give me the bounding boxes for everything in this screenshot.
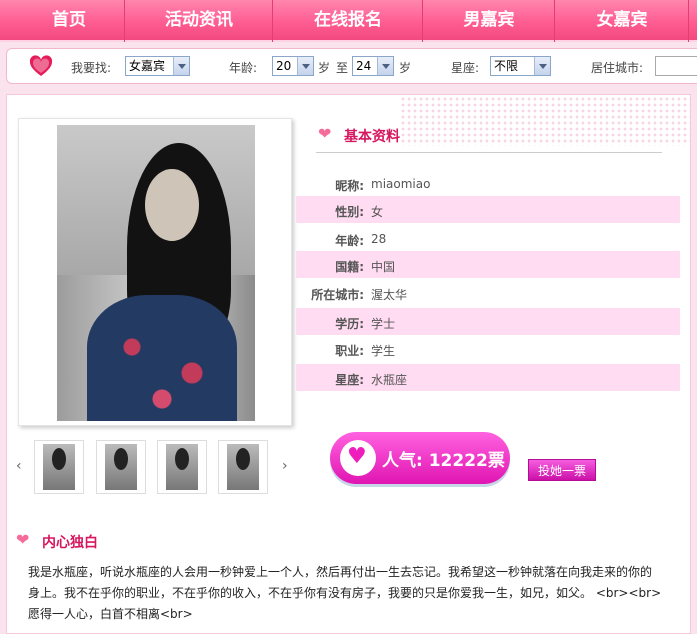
field-value: 女 <box>371 205 384 219</box>
divider <box>316 152 662 153</box>
age-to-label: 至 <box>336 61 349 75</box>
monologue-line: 愿得一人心，白首不相离<br> <box>28 607 193 621</box>
age-unit: 岁 <box>318 61 331 75</box>
dot-pattern-decoration <box>400 96 690 146</box>
field-label: 国籍: <box>335 260 364 274</box>
field-label: 学历: <box>335 317 364 331</box>
photo-thumbnail[interactable] <box>34 440 84 494</box>
monologue-text: 我是水瓶座，听说水瓶座的人会用一秒钟爱上一个人，然后再付出一生去忘记。我希望这一… <box>28 562 664 625</box>
monologue-line: 身上。我不在乎你的职业，不在乎你的收入，不在乎你有没有房子，我要的只是你爱我一生… <box>28 586 662 600</box>
field-value: 学士 <box>371 317 396 331</box>
nav-signup[interactable]: 在线报名 <box>274 0 422 42</box>
star-value: 不限 <box>494 59 519 73</box>
field-value: 中国 <box>371 260 396 274</box>
city-label: 居住城市: <box>591 61 644 75</box>
nav-divider <box>554 0 555 42</box>
photo-thumbnail[interactable] <box>96 440 146 494</box>
nav-divider <box>272 0 273 42</box>
field-label: 昵称: <box>335 179 364 193</box>
field-value: 渥太华 <box>371 288 408 302</box>
field-label: 星座: <box>335 373 364 387</box>
info-row-gender: 性别: 女 <box>296 196 680 223</box>
star-select[interactable]: 不限 <box>490 56 551 76</box>
nav-male-guests[interactable]: 男嘉宾 <box>424 0 554 42</box>
photo-thumbnail[interactable] <box>157 440 207 494</box>
field-value: 学生 <box>371 344 396 358</box>
info-row-city: 所在城市: 渥太华 <box>296 279 680 306</box>
age-label: 年龄: <box>229 61 258 75</box>
monologue-line: 我是水瓶座，听说水瓶座的人会用一秒钟爱上一个人，然后再付出一生去忘记。我希望这一… <box>28 565 653 579</box>
vote-button[interactable]: 投她一票 <box>528 459 596 481</box>
heart-icon: ❤ <box>16 530 30 549</box>
chevron-left-icon[interactable]: ‹ <box>16 458 22 474</box>
info-row-occupation: 职业: 学生 <box>296 335 680 362</box>
photo-thumbnail[interactable] <box>218 440 268 494</box>
info-row-education: 学历: 学士 <box>296 308 680 335</box>
chevron-down-icon <box>297 57 313 75</box>
heart-icon <box>29 55 53 76</box>
main-photo-frame <box>18 118 292 426</box>
nav-divider <box>688 0 689 42</box>
heart-icon: ❤ <box>318 124 332 143</box>
chevron-down-icon <box>173 57 189 75</box>
age-to-select[interactable]: 24 <box>352 56 394 76</box>
search-bar: 我要找: 女嘉宾 年龄: 20 岁 至 24 岁 星座: 不限 居住城市: <box>6 48 697 84</box>
field-value: 水瓶座 <box>371 373 408 387</box>
main-photo[interactable] <box>57 125 255 421</box>
info-row-zodiac: 星座: 水瓶座 <box>296 364 680 391</box>
popularity-badge: ♥ 人气: 12222票 <box>330 432 510 484</box>
chevron-down-icon <box>377 57 393 75</box>
top-nav: 首页 活动资讯 在线报名 男嘉宾 女嘉宾 <box>0 0 697 42</box>
heart-icon: ♥ <box>340 440 376 476</box>
chevron-right-icon[interactable]: › <box>282 458 288 474</box>
looking-label: 我要找: <box>71 61 112 75</box>
popularity-count: 人气: 12222票 <box>382 451 505 471</box>
nav-divider <box>422 0 423 42</box>
field-value: miaomiao <box>371 177 431 191</box>
chevron-down-icon <box>534 57 550 75</box>
age-from-select[interactable]: 20 <box>272 56 314 76</box>
info-row-age: 年龄: 28 <box>296 225 680 252</box>
city-input[interactable] <box>655 56 697 76</box>
field-label: 所在城市: <box>311 288 364 302</box>
nav-divider <box>124 0 125 42</box>
nav-female-guests[interactable]: 女嘉宾 <box>556 0 688 42</box>
basic-info-title: 基本资料 <box>344 129 400 145</box>
nav-news[interactable]: 活动资讯 <box>126 0 272 42</box>
info-row-nickname: 昵称: miaomiao <box>296 170 680 197</box>
monologue-title: 内心独白 <box>42 535 98 551</box>
star-label: 星座: <box>451 61 480 75</box>
age-from-value: 20 <box>276 59 292 73</box>
age-to-value: 24 <box>356 59 372 73</box>
field-label: 性别: <box>335 205 364 219</box>
field-value: 28 <box>371 232 387 246</box>
field-label: 年龄: <box>335 234 364 248</box>
age-unit: 岁 <box>399 61 412 75</box>
info-row-nationality: 国籍: 中国 <box>296 251 680 278</box>
field-label: 职业: <box>335 344 364 358</box>
nav-home[interactable]: 首页 <box>14 0 124 42</box>
looking-value: 女嘉宾 <box>129 59 166 73</box>
looking-select[interactable]: 女嘉宾 <box>125 56 190 76</box>
